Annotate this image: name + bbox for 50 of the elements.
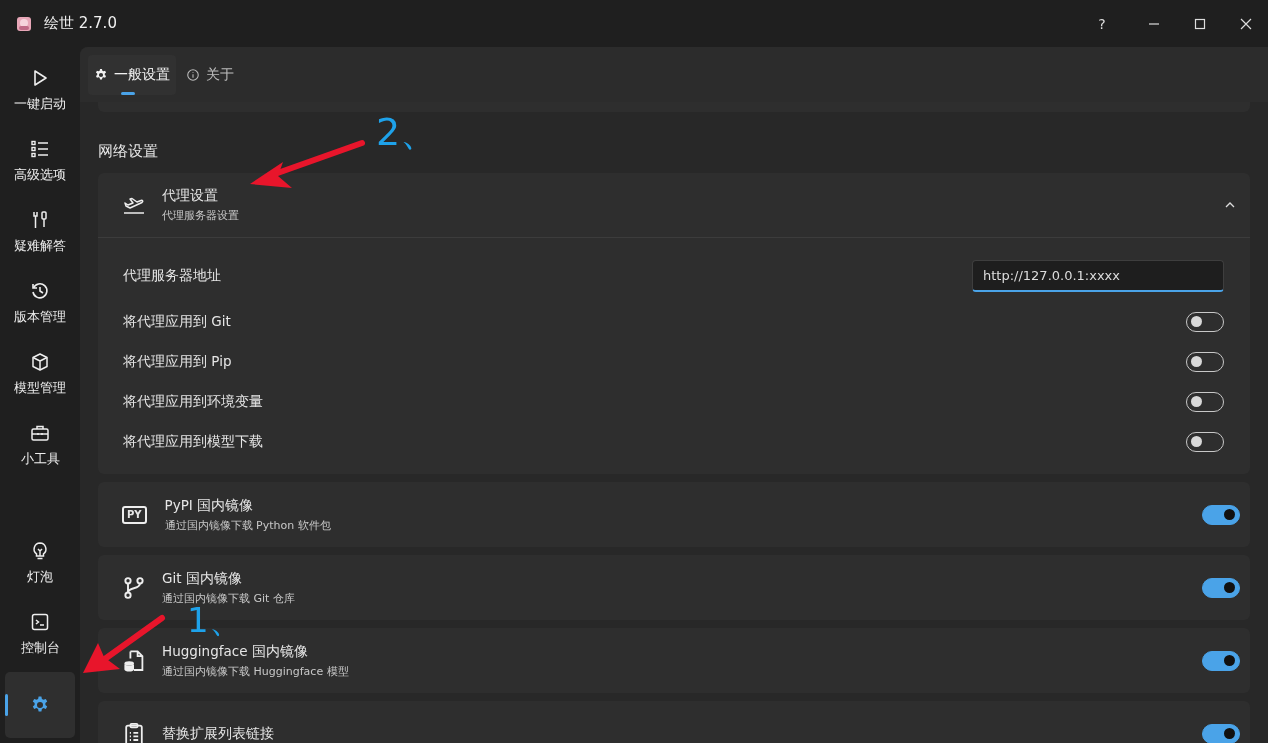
tab[interactable]: 关于 (180, 54, 240, 95)
toggle-switch[interactable] (1202, 577, 1240, 598)
setting-label: 将代理应用到模型下载 (123, 433, 263, 451)
tab[interactable]: 一般设置 (88, 54, 176, 95)
setting-label: 将代理应用到环境变量 (123, 393, 263, 411)
toggle-switch[interactable] (1202, 650, 1240, 671)
nav-item[interactable]: 模型管理 (5, 341, 75, 407)
setting-label: 将代理应用到 Git (123, 313, 231, 331)
file-database-icon (122, 648, 146, 673)
clipboard-icon (122, 721, 146, 743)
toggle-switch[interactable] (1202, 723, 1240, 743)
lightbulb-icon (30, 540, 50, 561)
setting-label: 代理服务器地址 (123, 267, 221, 285)
console-icon (30, 611, 50, 632)
close-icon (1240, 17, 1252, 30)
section-heading: 网络设置 (98, 142, 158, 161)
branch-icon (122, 575, 146, 600)
card-subtitle: 通过国内镜像下载 Git 仓库 (162, 590, 295, 606)
nav-item[interactable]: 一键启动 (5, 57, 75, 123)
cube-icon (30, 351, 50, 372)
app-icon (16, 15, 32, 32)
tools-icon (30, 209, 50, 230)
nav-item[interactable]: 疑难解答 (5, 199, 75, 265)
window-title: 绘世 2.7.0 (44, 14, 117, 33)
card-subtitle: 代理服务器设置 (162, 208, 239, 223)
list-icon (30, 138, 50, 159)
nav-item[interactable]: 控制台 (5, 601, 75, 667)
annotation-number: 1、 (187, 603, 243, 637)
nav-item[interactable] (5, 672, 75, 738)
card-title: 代理设置 (162, 187, 219, 205)
info-icon (186, 67, 200, 82)
settings-icon (94, 67, 108, 82)
toggle-switch[interactable] (1202, 504, 1240, 525)
card-subtitle: 通过国内镜像下载 Huggingface 模型 (162, 663, 349, 679)
card-title: 替换扩展列表链接 (162, 724, 274, 743)
annotation-number: 2、 (376, 113, 439, 151)
nav-item[interactable]: 版本管理 (5, 270, 75, 336)
maximize-icon (1194, 17, 1206, 30)
nav-item[interactable]: 高级选项 (5, 128, 75, 194)
proxy-address-field[interactable]: http://127.0.0.1:xxxx (972, 260, 1224, 292)
nav-item[interactable]: 灯泡 (5, 530, 75, 596)
card-subtitle: 通过国内镜像下载 Python 软件包 (164, 517, 331, 533)
help-button[interactable]: ? (1080, 8, 1124, 39)
nav-item[interactable]: 小工具 (5, 412, 75, 478)
card-title: PyPI 国内镜像 (164, 496, 255, 515)
card-title: Huggingface 国内镜像 (162, 642, 309, 661)
setting-label: 将代理应用到 Pip (123, 353, 232, 371)
python-icon: PY (122, 505, 147, 524)
card-title: Git 国内镜像 (162, 569, 243, 588)
history-icon (30, 280, 50, 301)
